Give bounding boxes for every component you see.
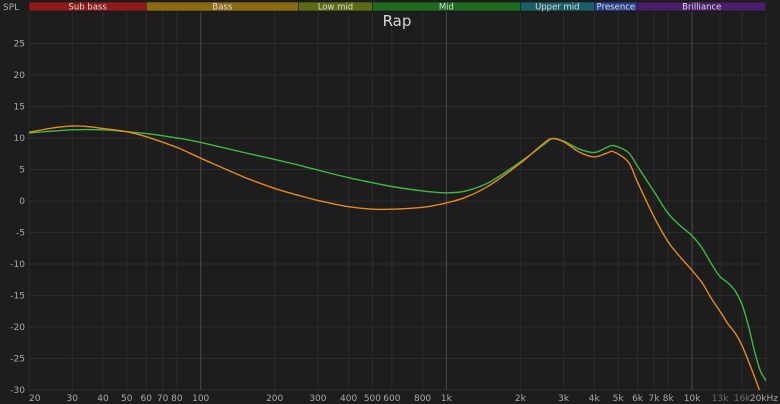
y-tick-label: -20 bbox=[10, 323, 25, 333]
x-tick-label: 50 bbox=[121, 394, 133, 404]
x-tick-label: 13k bbox=[712, 394, 729, 404]
y-tick-label: 0 bbox=[19, 197, 25, 207]
y-tick-label: 15 bbox=[14, 103, 25, 113]
x-tick-label: 5k bbox=[613, 394, 625, 404]
x-tick-label: 8k bbox=[663, 394, 675, 404]
y-tick-label: 20 bbox=[14, 71, 26, 81]
band-label: Presence bbox=[597, 3, 635, 13]
band-label: Bass bbox=[212, 3, 232, 13]
y-tick-label: 5 bbox=[19, 166, 25, 176]
frequency-band-bar: Sub bass Bass Low mid Mid Upper mid Presence B… bbox=[28, 1, 767, 13]
band-label: Brilliance bbox=[682, 3, 721, 13]
x-tick-label: 1k bbox=[441, 394, 453, 404]
band-label: Low mid bbox=[318, 3, 353, 13]
x-axis-ticks: 20 30 40 50 60 70 80 100 200 300 400 500 600 800 1k 2k 3… bbox=[29, 394, 778, 404]
x-tick-label: 10k bbox=[684, 394, 701, 404]
y-tick-label: -10 bbox=[10, 260, 25, 270]
x-tick-label: 400 bbox=[340, 394, 357, 404]
y-tick-label: -25 bbox=[10, 355, 25, 365]
x-tick-label: 500 bbox=[364, 394, 381, 404]
y-tick-label: 10 bbox=[14, 134, 26, 144]
y-tick-label: 25 bbox=[14, 40, 25, 50]
x-tick-label: 60 bbox=[140, 394, 152, 404]
x-tick-label: 80 bbox=[171, 394, 183, 404]
x-tick-label: 6k bbox=[632, 394, 644, 404]
x-tick-label: 2k bbox=[515, 394, 527, 404]
chart-title: Rap bbox=[383, 12, 412, 30]
x-tick-label: 20 bbox=[29, 394, 41, 404]
x-tick-label: 70 bbox=[157, 394, 169, 404]
x-tick-label: 40 bbox=[97, 394, 109, 404]
band-label: Mid bbox=[439, 3, 454, 13]
x-tick-label: 16k bbox=[734, 394, 751, 404]
x-tick-label: 600 bbox=[383, 394, 400, 404]
band-label: Sub bass bbox=[68, 3, 107, 13]
y-tick-label: -30 bbox=[10, 386, 25, 396]
x-tick-label: 300 bbox=[309, 394, 326, 404]
frequency-response-chart: Sub bass Bass Low mid Mid Upper mid Presence B… bbox=[3, 1, 778, 404]
y-tick-label: -5 bbox=[16, 229, 25, 239]
y-axis-ticks: 25 20 15 10 5 0 -5 -10 -15 -20 -25 -30 bbox=[10, 40, 25, 397]
y-tick-label: -15 bbox=[10, 292, 25, 302]
x-tick-label: 200 bbox=[266, 394, 283, 404]
x-tick-label: 7k bbox=[649, 394, 661, 404]
x-tick-label: 4k bbox=[589, 394, 601, 404]
y-axis-label: SPL bbox=[3, 3, 19, 13]
x-tick-label: 30 bbox=[67, 394, 79, 404]
x-tick-label: 100 bbox=[192, 394, 209, 404]
x-tick-label: 800 bbox=[414, 394, 431, 404]
x-tick-label: 20kHz bbox=[750, 394, 778, 404]
band-label: Upper mid bbox=[535, 3, 579, 13]
x-tick-label: 3k bbox=[558, 394, 570, 404]
